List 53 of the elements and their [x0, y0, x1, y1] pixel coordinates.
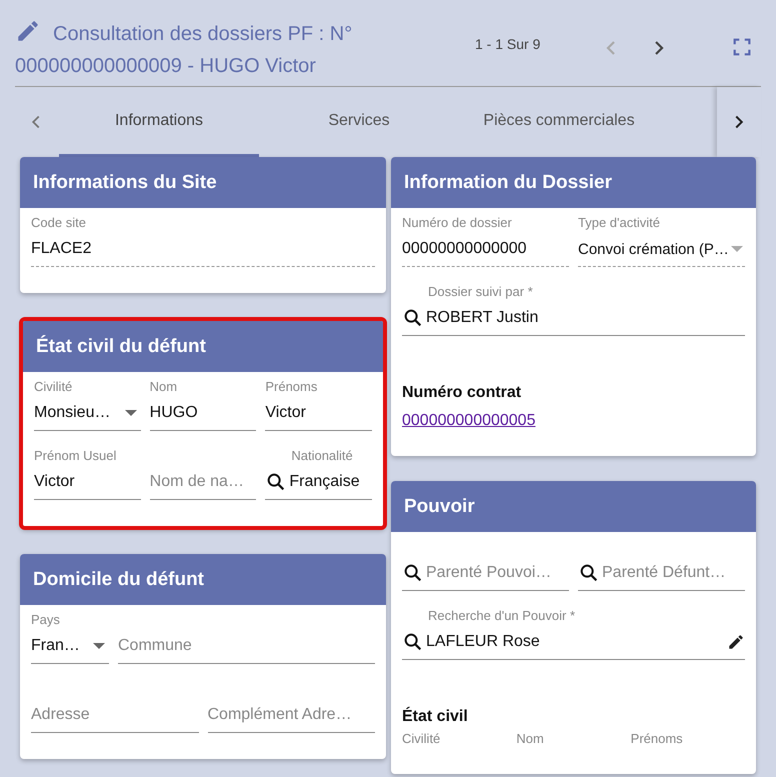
- card-title: Information du Dossier: [404, 172, 612, 194]
- search-icon: [578, 562, 600, 584]
- field-label: Civilité: [402, 730, 442, 748]
- dropdown-icon: [124, 410, 137, 416]
- page-title-line: Consultation des dossiers PF : N°: [53, 23, 352, 45]
- field-label: Type d'activité: [578, 214, 661, 232]
- input-field[interactable]: Française: [265, 465, 372, 500]
- field-label: Dossier suivi par *: [427, 283, 534, 301]
- input-field[interactable]: Fran…: [31, 629, 109, 664]
- input-field[interactable]: Convoi crémation (P…: [578, 232, 745, 267]
- input-field[interactable]: Commune: [118, 629, 375, 664]
- input-field[interactable]: Adresse: [31, 698, 198, 733]
- field-label: Nationalité: [290, 447, 354, 465]
- field-label: Recherche d'un Pouvoir *: [427, 607, 576, 625]
- field-label: Civilité: [34, 378, 74, 396]
- card-title: Informations du Site: [33, 172, 217, 194]
- card-title: État civil du défunt: [36, 336, 206, 358]
- card-title: Pouvoir: [404, 496, 475, 518]
- input-field[interactable]: Parenté Pouvoi…: [402, 556, 569, 591]
- field-label: Nom: [516, 730, 545, 748]
- input-field[interactable]: HUGO: [150, 396, 256, 431]
- input-field[interactable]: Complément Adre…: [208, 698, 375, 733]
- field-label: Nom: [150, 378, 178, 396]
- input-field[interactable]: ROBERT Justin: [402, 301, 745, 336]
- field-label: Prénoms: [630, 730, 684, 748]
- input-field[interactable]: LAFLEUR Rose: [402, 625, 745, 660]
- fullscreen-icon[interactable]: [731, 36, 753, 58]
- section-heading: État civil: [402, 706, 469, 727]
- field-label: Numéro de dossier: [402, 214, 513, 232]
- input-field[interactable]: FLACE2: [31, 232, 375, 267]
- field-label: Pays: [31, 611, 61, 629]
- contract-link[interactable]: 000000000000005: [402, 412, 745, 430]
- field-label: Prénoms: [265, 378, 318, 396]
- tab[interactable]: Pièces commerciales: [459, 87, 659, 157]
- page-title-line: 000000000000009 - HUGO Victor: [15, 55, 316, 77]
- input-field[interactable]: Victor: [265, 396, 372, 431]
- input-field[interactable]: 00000000000000: [402, 232, 569, 267]
- tab[interactable]: Services: [259, 87, 459, 157]
- edit-icon: [727, 633, 745, 651]
- record-counter: 1 - 1 Sur 9: [475, 36, 542, 52]
- field-label: Numéro contrat: [402, 383, 522, 403]
- search-icon: [402, 631, 424, 653]
- search-icon: [402, 562, 424, 584]
- search-icon: [402, 307, 424, 329]
- input-field[interactable]: Nom de na…: [150, 465, 256, 500]
- input-field[interactable]: Parenté Défunt…: [578, 556, 745, 591]
- dropdown-icon: [730, 246, 743, 252]
- input-field[interactable]: Monsieu…: [34, 396, 141, 431]
- field-label: Code site: [31, 214, 87, 232]
- field-label: Prénom Usuel: [34, 447, 118, 465]
- input-field[interactable]: Victor: [34, 465, 141, 500]
- dropdown-icon: [93, 643, 105, 649]
- card-title: Domicile du défunt: [33, 568, 204, 590]
